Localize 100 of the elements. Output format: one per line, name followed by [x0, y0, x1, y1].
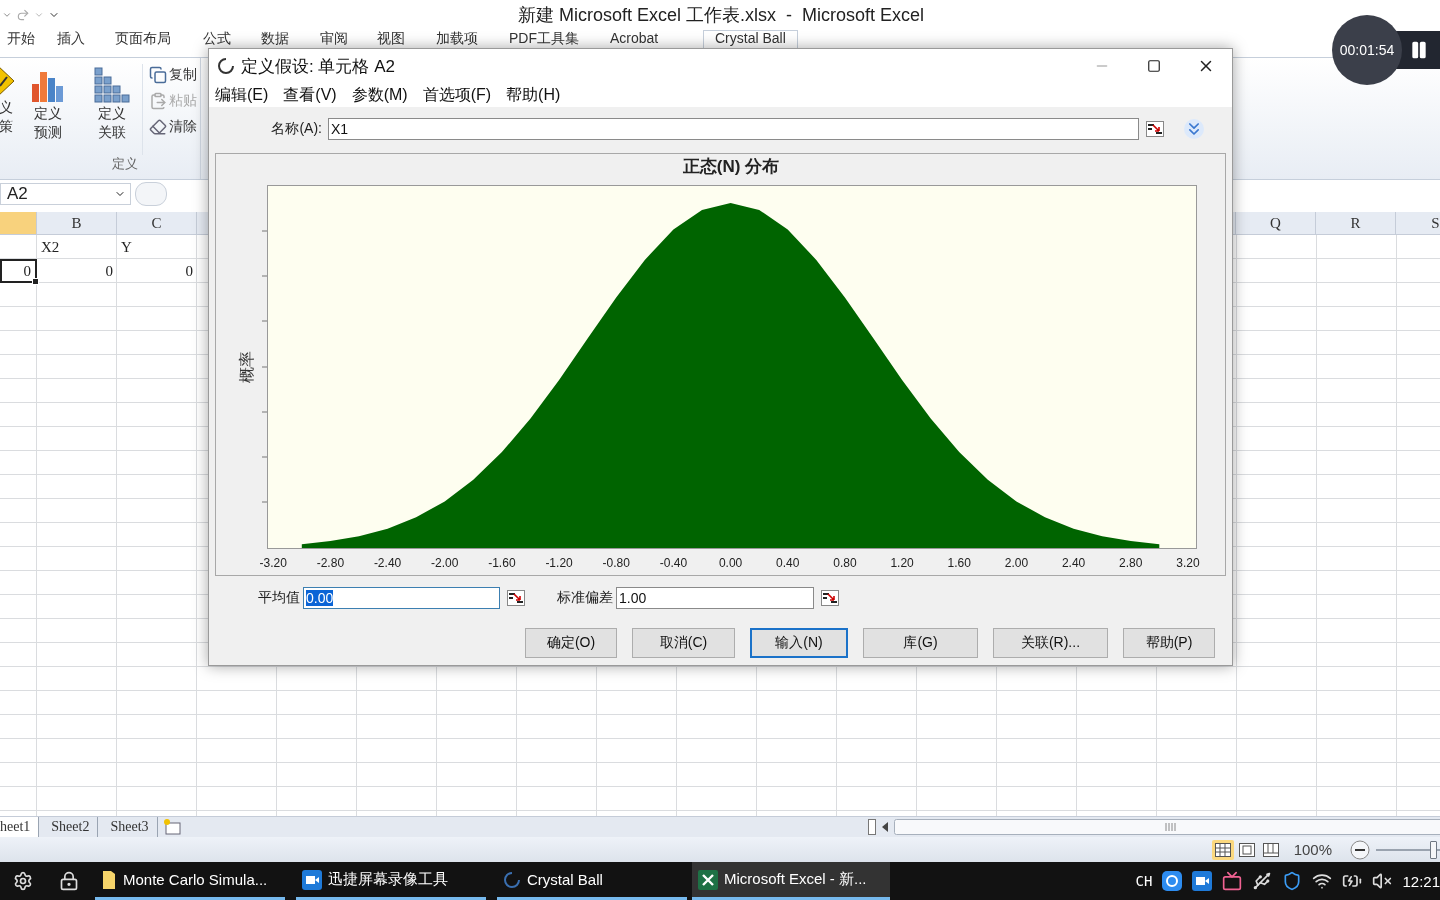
maximize-icon[interactable]: [1147, 59, 1161, 73]
cell-reference-icon[interactable]: [821, 590, 839, 606]
spinner-icon: [217, 57, 235, 75]
clock: 12:21: [1402, 872, 1440, 890]
column-header: C: [117, 212, 197, 234]
taskbar-item[interactable]: Microsoft Excel - 新...: [692, 862, 890, 900]
dialog-button[interactable]: 确定(O): [525, 628, 617, 658]
settings-icon[interactable]: [13, 871, 33, 891]
x-tick-label: -1.60: [488, 556, 516, 570]
dialog-button[interactable]: 关联(R)...: [993, 628, 1108, 658]
eraser-icon: [149, 118, 167, 136]
ribbon-tab[interactable]: PDF工具集: [509, 30, 579, 46]
group-label: 定义: [111, 155, 139, 173]
ribbon-tab[interactable]: 页面布局: [115, 30, 171, 46]
split-handle-icon: [868, 819, 876, 835]
table-cell-text: X2: [40, 238, 61, 257]
ribbon-button[interactable]: 义 策: [0, 64, 16, 155]
warning-sign-icon: [0, 64, 15, 98]
shield-icon[interactable]: [1282, 871, 1303, 891]
dialog-button[interactable]: 输入(N): [750, 628, 848, 658]
ribbon-tab[interactable]: 视图: [377, 30, 405, 46]
zoom-slider[interactable]: [1376, 840, 1440, 859]
ribbon-tab[interactable]: Acrobat: [610, 30, 659, 46]
ribbon-tab[interactable]: 公式: [203, 30, 231, 46]
x-tick-label: 0.00: [718, 556, 743, 570]
field-label: 名称(A):: [270, 120, 323, 138]
table-cell-text: 0: [184, 262, 194, 281]
video-camera-icon: [1192, 871, 1213, 891]
cell-reference-icon[interactable]: [1146, 121, 1164, 137]
ribbon-tab[interactable]: 审阅: [320, 30, 348, 46]
usb-icon[interactable]: [1252, 871, 1273, 891]
ribbon-tab[interactable]: 插入: [57, 30, 85, 46]
taskbar-item[interactable]: 迅捷屏幕录像工具: [296, 862, 486, 900]
name-field[interactable]: X1: [328, 118, 1139, 140]
x-tick-label: 0.40: [776, 556, 800, 570]
x-tick-label: 2.00: [1004, 556, 1029, 570]
spinner-icon: [503, 870, 521, 889]
q-app-icon[interactable]: [1162, 871, 1183, 891]
ribbon-tab[interactable]: 加载项: [436, 30, 478, 46]
dialog-button[interactable]: 库(G): [863, 628, 978, 658]
paste-icon: [149, 92, 167, 110]
x-tick-label: 2.80: [1119, 556, 1143, 570]
taskbar-item[interactable]: Crystal Ball: [497, 862, 687, 900]
x-tick-label: 0.80: [833, 556, 857, 570]
sheet-tab[interactable]: heet1: [0, 817, 40, 837]
volume-muted-icon[interactable]: [1372, 871, 1393, 891]
grid-table-icon: [92, 64, 132, 104]
x-tick-label: -0.80: [602, 556, 630, 570]
ribbon-button[interactable]: 定义 关联: [90, 64, 134, 155]
copy-icon: [149, 66, 167, 84]
dialog-title: 定义假设: 单元格 A2: [241, 55, 395, 78]
column-header: S: [1396, 212, 1440, 234]
menu-item[interactable]: 参数(M): [351, 84, 408, 106]
ribbon-tab[interactable]: 数据: [261, 30, 289, 46]
x-tick-label: -2.40: [373, 556, 402, 570]
x-tick-label: 2.40: [1061, 556, 1086, 570]
column-header: R: [1316, 212, 1396, 234]
column-header: B: [37, 212, 117, 234]
x-tick-label: 1.60: [947, 556, 971, 570]
zoom-level: 100%: [1293, 841, 1332, 858]
scroll-left-icon[interactable]: [880, 819, 890, 835]
dialog-button[interactable]: 取消(C): [632, 628, 735, 658]
x-tick-label: -2.80: [316, 556, 345, 570]
folder-icon: [101, 869, 117, 890]
expand-icon[interactable]: [1184, 119, 1204, 139]
name-box[interactable]: A2: [0, 183, 131, 205]
ribbon-small-button[interactable]: 复制: [149, 64, 197, 86]
spreadsheet-icon: [698, 869, 718, 890]
table-cell-text: 0: [104, 262, 114, 281]
ribbon-button[interactable]: 定义 预测: [26, 64, 70, 155]
field-label: 标准偏差: [556, 589, 614, 607]
menu-item[interactable]: 帮助(H): [506, 84, 561, 106]
ribbon-small-button[interactable]: 清除: [149, 116, 197, 138]
number-field[interactable]: 0.00: [303, 587, 500, 609]
x-tick-label: 3.20: [1176, 556, 1200, 570]
fill-handle[interactable]: [32, 278, 39, 285]
app-title: 新建 Microsoft Excel 工作表.xlsx - Microsoft Excel: [516, 4, 926, 27]
field-label: 平均值: [257, 589, 301, 607]
zoom-out-button[interactable]: [1350, 839, 1370, 860]
x-tick-label: 1.20: [890, 556, 914, 570]
column-header: Q: [1236, 212, 1316, 234]
wifi-icon[interactable]: [1312, 871, 1333, 891]
chart-title: 正态(N) 分布: [682, 157, 780, 176]
video-camera-icon: [302, 869, 322, 890]
tv-icon[interactable]: [1222, 871, 1243, 891]
table-cell: 0: [0, 259, 37, 283]
menu-item[interactable]: 首选项(F): [422, 84, 492, 106]
x-tick-label: -3.20: [259, 556, 287, 570]
cell-reference-icon[interactable]: [507, 590, 525, 606]
menu-item[interactable]: 编辑(E): [215, 84, 269, 106]
taskbar-item[interactable]: Monte Carlo Simula...: [95, 862, 285, 900]
lock-icon[interactable]: [59, 871, 79, 891]
y-axis-label: 概率: [238, 351, 255, 383]
normal-view-button[interactable]: [1211, 839, 1234, 860]
dialog-button[interactable]: 帮助(P): [1123, 628, 1215, 658]
ribbon-tab[interactable]: 开始: [7, 30, 35, 46]
table-cell-text: Y: [120, 238, 133, 257]
menu-item[interactable]: 查看(V): [283, 84, 337, 106]
input-language: CH: [1135, 873, 1153, 889]
number-field[interactable]: 1.00: [616, 587, 814, 609]
